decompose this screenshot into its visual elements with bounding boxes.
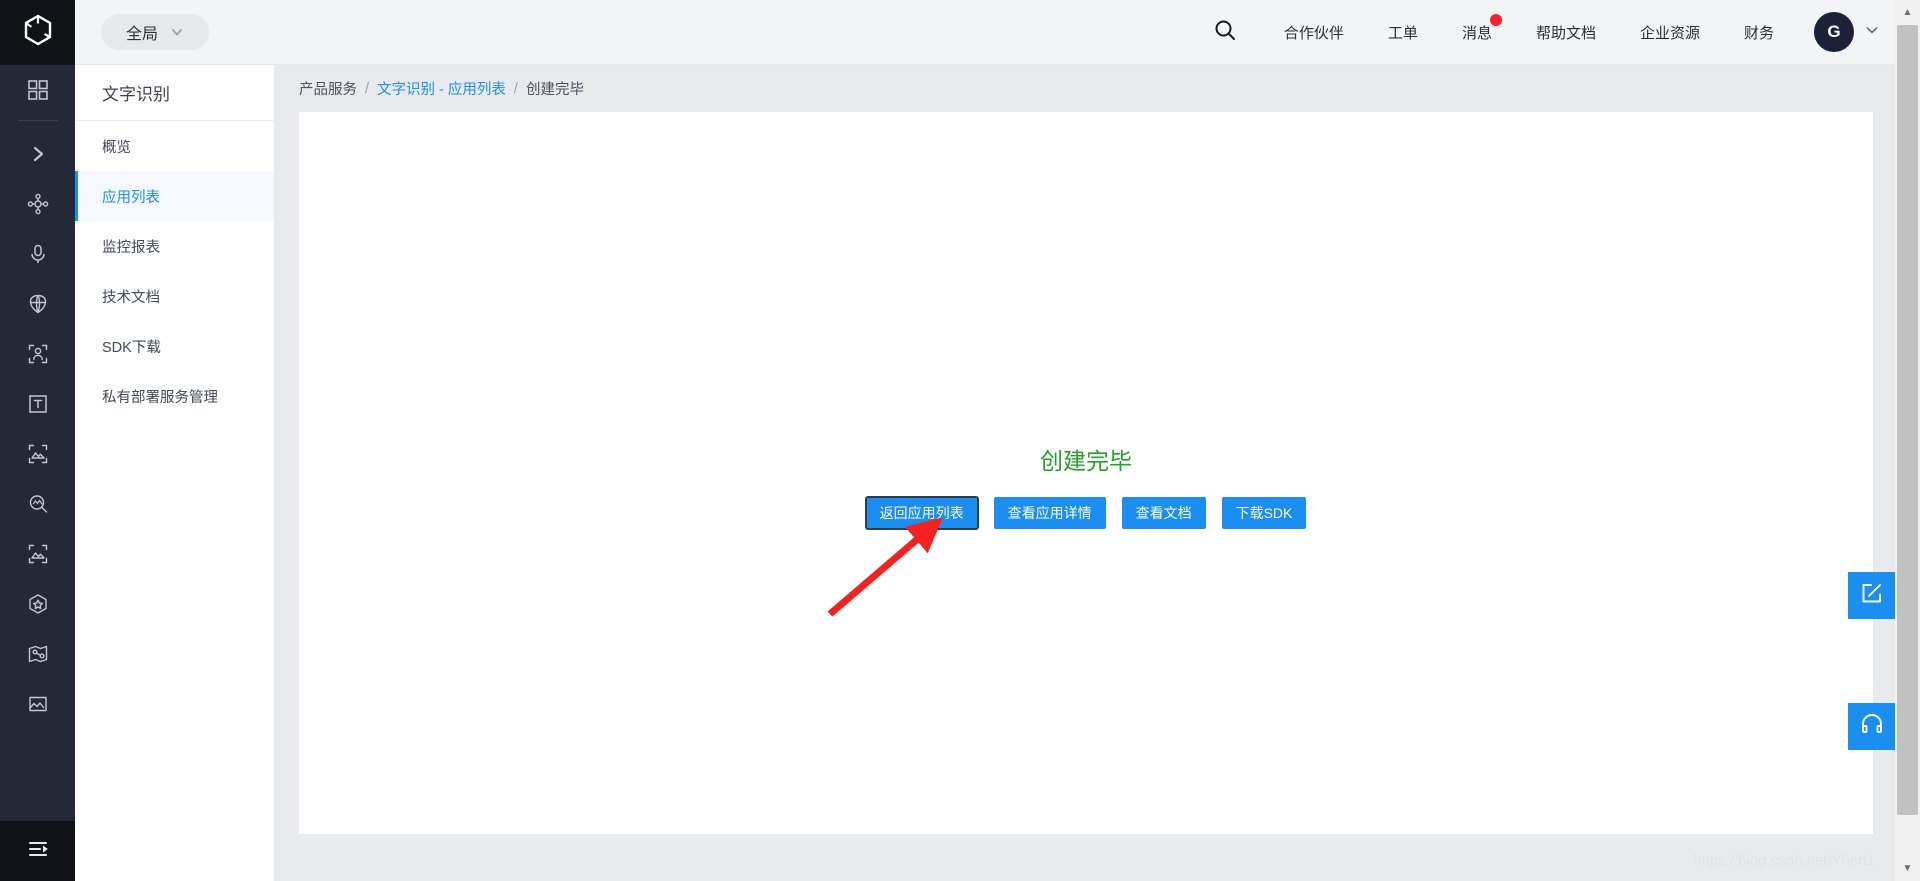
sidebar-title: 文字识别 (75, 65, 274, 121)
microphone-icon (27, 243, 49, 265)
cube-3d-icon (27, 593, 49, 615)
scope-selector[interactable]: 全局 (101, 14, 209, 50)
search-button[interactable] (1202, 9, 1248, 55)
sidebar-item-label: 概览 (102, 139, 131, 156)
chevron-right-icon (28, 144, 48, 164)
collapse-panel-icon (26, 837, 50, 866)
cube-logo-icon (21, 13, 55, 52)
content-area: 产品服务 / 文字识别 - 应用列表 / 创建完毕 创建完毕 返回应用列表 查看… (275, 65, 1920, 881)
result-card: 创建完毕 返回应用列表 查看应用详情 查看文档 下载SDK (299, 112, 1873, 834)
avatar[interactable]: G (1814, 12, 1854, 52)
chevron-down-icon (170, 25, 184, 39)
rail-item-face-scan[interactable] (0, 329, 75, 379)
nav-item-help-docs[interactable]: 帮助文档 (1514, 22, 1618, 43)
grid-apps-icon (27, 79, 49, 101)
rail-item-map[interactable] (0, 629, 75, 679)
globe-shield-icon (27, 293, 49, 315)
breadcrumb-separator: / (513, 80, 518, 97)
image-scan-icon (27, 443, 49, 465)
breadcrumb-item-current: 创建完毕 (525, 82, 584, 98)
sidebar-item-label: 应用列表 (102, 189, 160, 206)
rail-item-text-recognition[interactable] (0, 379, 75, 429)
support-button[interactable] (1848, 703, 1895, 750)
watermark: https://blog.csdn.net/Yhen1 (1693, 852, 1875, 869)
nav-label: 合作伙伴 (1283, 24, 1344, 42)
rail-item-image-search[interactable] (0, 479, 75, 529)
nav-item-enterprise-resources[interactable]: 企业资源 (1618, 22, 1722, 43)
edit-feedback-icon (1859, 580, 1885, 611)
result-action-buttons: 返回应用列表 查看应用详情 查看文档 下载SDK (299, 496, 1873, 530)
scrollbar-up-arrow[interactable]: ▲ (1895, 0, 1920, 25)
nav-item-messages[interactable]: 消息 (1440, 13, 1514, 43)
back-to-app-list-button[interactable]: 返回应用列表 (864, 496, 979, 530)
sidebar-item-tech-docs[interactable]: 技术文档 (75, 271, 274, 321)
account-menu-button[interactable] (1864, 22, 1880, 43)
avatar-initial: G (1827, 22, 1841, 41)
page-scrollbar[interactable]: ▲ ▼ (1895, 0, 1920, 881)
sidebar-item-label: SDK下载 (102, 339, 161, 356)
map-route-icon (27, 643, 49, 665)
face-scan-icon (27, 343, 49, 365)
nav-label: 工单 (1387, 24, 1418, 42)
nav-label: 消息 (1461, 24, 1492, 42)
rail-item-picture[interactable] (0, 679, 75, 729)
view-docs-button[interactable]: 查看文档 (1121, 497, 1206, 529)
network-nodes-icon (27, 193, 49, 215)
text-recognition-icon (27, 393, 49, 415)
nav-label: 帮助文档 (1535, 24, 1596, 42)
feedback-button[interactable] (1848, 572, 1895, 619)
rail-collapse-button[interactable] (0, 821, 75, 881)
download-sdk-button[interactable]: 下载SDK (1221, 497, 1307, 529)
image-search-icon (27, 493, 49, 515)
page-root: 全局 合作伙伴 工单 消息 帮助文档 企业资源 财务 G 文字识别 概览 应用列… (0, 0, 1920, 881)
picture-icon (27, 693, 49, 715)
search-icon (1213, 18, 1237, 47)
sidebar-item-label: 技术文档 (102, 289, 160, 306)
sidebar-item-label: 私有部署服务管理 (102, 389, 218, 406)
headset-support-icon (1859, 711, 1885, 742)
header-nav: 合作伙伴 工单 消息 帮助文档 企业资源 财务 G (1202, 9, 1920, 55)
result-title: 创建完毕 (1040, 448, 1132, 474)
scrollbar-down-arrow[interactable]: ▼ (1895, 856, 1920, 881)
breadcrumb-separator: / (365, 80, 370, 97)
nav-label: 财务 (1743, 24, 1774, 42)
breadcrumb: 产品服务 / 文字识别 - 应用列表 / 创建完毕 (275, 65, 1920, 112)
view-app-detail-button[interactable]: 查看应用详情 (993, 497, 1106, 529)
rail-item-3d-cube[interactable] (0, 579, 75, 629)
breadcrumb-item-products[interactable]: 产品服务 (299, 78, 357, 99)
sidebar-item-app-list[interactable]: 应用列表 (75, 171, 274, 221)
top-header: 全局 合作伙伴 工单 消息 帮助文档 企业资源 财务 G (75, 0, 1920, 65)
image-scan-alt-icon (27, 543, 49, 565)
secondary-sidebar: 文字识别 概览 应用列表 监控报表 技术文档 SDK下载 私有部署服务管理 (75, 65, 275, 881)
rail-item-network[interactable] (0, 179, 75, 229)
icon-rail (0, 0, 75, 881)
sidebar-item-overview[interactable]: 概览 (75, 121, 274, 171)
rail-item-image-scan[interactable] (0, 429, 75, 479)
nav-item-tickets[interactable]: 工单 (1366, 22, 1440, 43)
sidebar-item-private-deployment[interactable]: 私有部署服务管理 (75, 371, 274, 421)
rail-item-globe[interactable] (0, 279, 75, 329)
app-logo[interactable] (0, 0, 75, 65)
rail-item-voice[interactable] (0, 229, 75, 279)
nav-label: 企业资源 (1639, 24, 1700, 42)
chevron-down-icon (1864, 22, 1880, 43)
rail-item-image-scan-alt[interactable] (0, 529, 75, 579)
message-badge-dot (1489, 13, 1502, 26)
nav-item-partners[interactable]: 合作伙伴 (1262, 22, 1366, 43)
rail-item-expand[interactable] (0, 129, 75, 179)
breadcrumb-item-app-list[interactable]: 文字识别 - 应用列表 (377, 78, 506, 99)
sidebar-item-label: 监控报表 (102, 239, 160, 256)
nav-item-finance[interactable]: 财务 (1722, 22, 1796, 43)
scope-label: 全局 (125, 26, 158, 43)
rail-divider (17, 120, 58, 121)
sidebar-item-monitoring-reports[interactable]: 监控报表 (75, 221, 274, 271)
rail-item-grid-apps[interactable] (0, 65, 75, 115)
sidebar-item-sdk-download[interactable]: SDK下载 (75, 321, 274, 371)
scrollbar-thumb[interactable] (1897, 25, 1918, 815)
